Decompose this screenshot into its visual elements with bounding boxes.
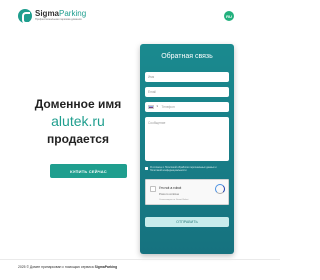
captcha-checkbox[interactable] [150,186,156,193]
sigmaparking-logo-icon [18,9,32,24]
feedback-form-card: Обратная связь Имя Email ▼ Телефон Сообщ… [140,44,234,254]
form-title: Обратная связь [161,53,213,60]
footer-brand-link[interactable]: SigmaParking [95,265,118,269]
name-input[interactable]: Имя [145,72,229,82]
consent-text: Я согласен с Политикой обработки персона… [150,166,217,173]
footer-text: 2025 © Домен припаркован с помощью серви… [18,265,95,269]
brand-second: Parking [59,9,87,19]
email-input[interactable]: Email [145,87,229,97]
captcha-footer: Спам-защита от Smart Robot [159,199,189,202]
hero-title-line1: Доменное имя [34,97,122,111]
consent-row: Я согласен с Политикой обработки персона… [145,166,229,172]
captcha-subtext: Press to continue [159,193,180,197]
captcha-label: I'm not a robot [159,186,182,191]
brand-first: Sigma [35,9,60,19]
domain-name: alutek.ru [51,113,105,129]
phone-input[interactable]: ▼ Телефон [145,102,229,112]
message-textarea[interactable]: Сообщение [145,117,229,161]
captcha-logo-icon [215,184,225,195]
chevron-down-icon[interactable]: ▼ [156,102,158,112]
logo-text: SigmaParking Профессиональная парковка д… [35,10,86,22]
language-switcher[interactable]: RU [224,11,234,21]
captcha-widget: I'm not a robot Press to continue Спам-з… [145,179,229,206]
phone-placeholder: Телефон [161,105,175,109]
site-logo[interactable]: SigmaParking Профессиональная парковка д… [18,9,86,24]
consent-checkbox[interactable] [145,167,148,170]
footer-divider [0,259,280,260]
hero-section: Доменное имя alutek.ru продается [18,97,138,147]
send-button[interactable]: ОТПРАВИТЬ [145,217,229,228]
hero-title-line3: продается [47,132,109,146]
brand-tagline: Профессиональная парковка доменов [35,18,82,22]
brand-name: SigmaParking [35,10,86,18]
footer: 2025 © Домен припаркован с помощью серви… [18,265,117,269]
russia-flag-icon[interactable] [148,105,154,109]
buy-now-button[interactable]: КУПИТЬ СЕЙЧАС [50,164,127,178]
